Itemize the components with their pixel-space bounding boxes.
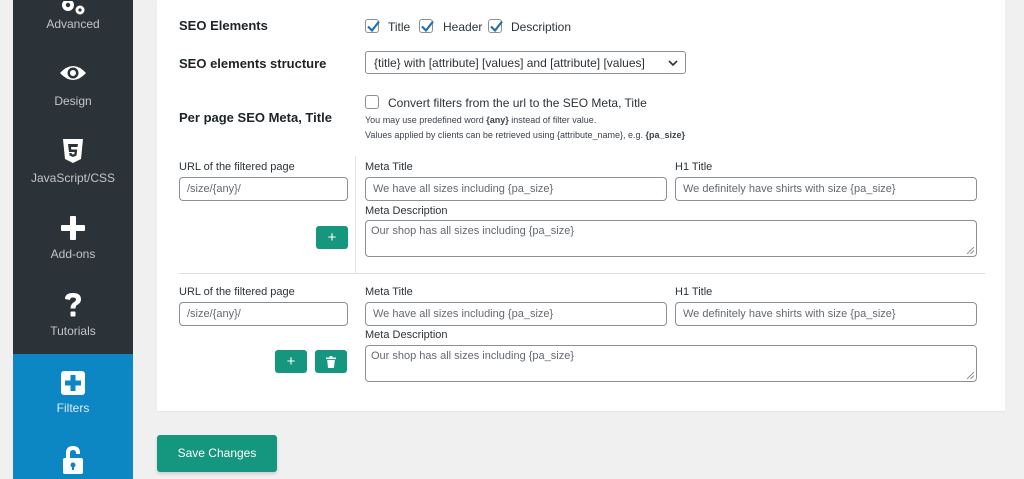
- plus-icon: [13, 216, 133, 245]
- save-changes-button[interactable]: Save Changes: [157, 435, 277, 472]
- sidebar-item-label: JavaScript/CSS: [30, 171, 116, 185]
- meta-description-textarea[interactable]: Our shop has all sizes including {pa_siz…: [365, 220, 977, 257]
- meta-description-textarea[interactable]: Our shop has all sizes including {pa_siz…: [365, 345, 977, 382]
- url-label: URL of the filtered page: [179, 161, 295, 173]
- title-checkbox[interactable]: [365, 19, 380, 33]
- meta-title-label: Meta Title: [365, 286, 413, 298]
- meta-description-label: Meta Description: [365, 329, 448, 341]
- seo-structure-label: SEO elements structure: [179, 56, 327, 71]
- lock-open-icon: [13, 445, 133, 479]
- question-icon: [13, 292, 133, 324]
- meta-description-value: Our shop has all sizes including {pa_siz…: [371, 225, 575, 237]
- sidebar-item-label: Add-ons: [50, 247, 96, 261]
- resize-grip-icon[interactable]: [967, 247, 974, 254]
- sidebar-item-label: Design: [54, 94, 92, 108]
- meta-description-label: Meta Description: [365, 205, 448, 217]
- url-input[interactable]: /size/{any}/: [179, 302, 348, 326]
- css3-icon: [13, 139, 133, 168]
- column-divider: [355, 156, 356, 273]
- sidebar-item-tutorials[interactable]: Tutorials: [13, 277, 133, 354]
- header-checkbox-label: Header: [443, 20, 483, 34]
- eye-icon: [13, 63, 133, 88]
- sidebar-item-advanced[interactable]: Advanced: [13, 0, 133, 38]
- plus-square-icon: [13, 371, 133, 400]
- trash-icon: [326, 356, 336, 368]
- resize-grip-icon[interactable]: [967, 372, 974, 379]
- seo-elements-label: SEO Elements: [179, 18, 268, 33]
- delete-rule-button[interactable]: [315, 350, 347, 373]
- sidebar-item-filters[interactable]: Filters: [13, 354, 133, 431]
- add-rule-button-label: +: [327, 229, 337, 246]
- description-checkbox[interactable]: [488, 19, 503, 33]
- help-text-any: You may use predefined word {any} instea…: [365, 115, 597, 125]
- sidebar-item-license[interactable]: [13, 431, 133, 479]
- sidebar: Advanced Design JavaScript/CSS Add-ons T…: [13, 0, 133, 479]
- checkmark-icon: [421, 20, 434, 33]
- seo-structure-selected: {title} with [attribute] [values] and [a…: [374, 56, 645, 70]
- title-checkbox-label: Title: [388, 20, 411, 34]
- convert-filters-checkbox[interactable]: [365, 95, 379, 109]
- convert-filters-label: Convert filters from the url to the SEO …: [388, 96, 647, 110]
- add-rule-button-label: +: [286, 353, 296, 370]
- checkmark-icon: [367, 20, 380, 33]
- h1-title-input[interactable]: We definitely have shirts with size {pa_…: [675, 302, 977, 326]
- add-rule-button[interactable]: +: [275, 350, 307, 373]
- sidebar-item-label: Filters: [56, 401, 90, 415]
- h1-title-input[interactable]: We definitely have shirts with size {pa_…: [675, 177, 977, 201]
- rule-divider: [179, 273, 985, 274]
- add-rule-button[interactable]: +: [316, 226, 348, 249]
- checkmark-icon: [490, 20, 503, 33]
- sidebar-item-design[interactable]: Design: [13, 46, 133, 123]
- sidebar-item-label: Tutorials: [50, 324, 96, 338]
- per-page-seo-label: Per page SEO Meta, Title: [179, 110, 332, 125]
- sidebar-item-label: Advanced: [46, 17, 100, 31]
- help-text-attribute: Values applied by clients can be retriev…: [365, 130, 686, 140]
- meta-title-input[interactable]: We have all sizes including {pa_size}: [365, 302, 667, 326]
- h1-title-label: H1 Title: [675, 161, 713, 173]
- chevron-down-icon: [668, 60, 678, 67]
- sidebar-item-javascript-css[interactable]: JavaScript/CSS: [13, 123, 133, 200]
- meta-description-value: Our shop has all sizes including {pa_siz…: [371, 350, 575, 362]
- h1-title-label: H1 Title: [675, 286, 713, 298]
- url-input[interactable]: /size/{any}/: [179, 177, 348, 201]
- description-checkbox-label: Description: [511, 20, 572, 34]
- meta-title-label: Meta Title: [365, 161, 413, 173]
- meta-title-input[interactable]: We have all sizes including {pa_size}: [365, 177, 667, 201]
- url-label: URL of the filtered page: [179, 286, 295, 298]
- header-checkbox[interactable]: [419, 19, 434, 33]
- seo-structure-select[interactable]: {title} with [attribute] [values] and [a…: [365, 51, 686, 74]
- sidebar-item-add-ons[interactable]: Add-ons: [13, 200, 133, 277]
- settings-panel: SEO Elements Title Header Description SE…: [157, 0, 1005, 411]
